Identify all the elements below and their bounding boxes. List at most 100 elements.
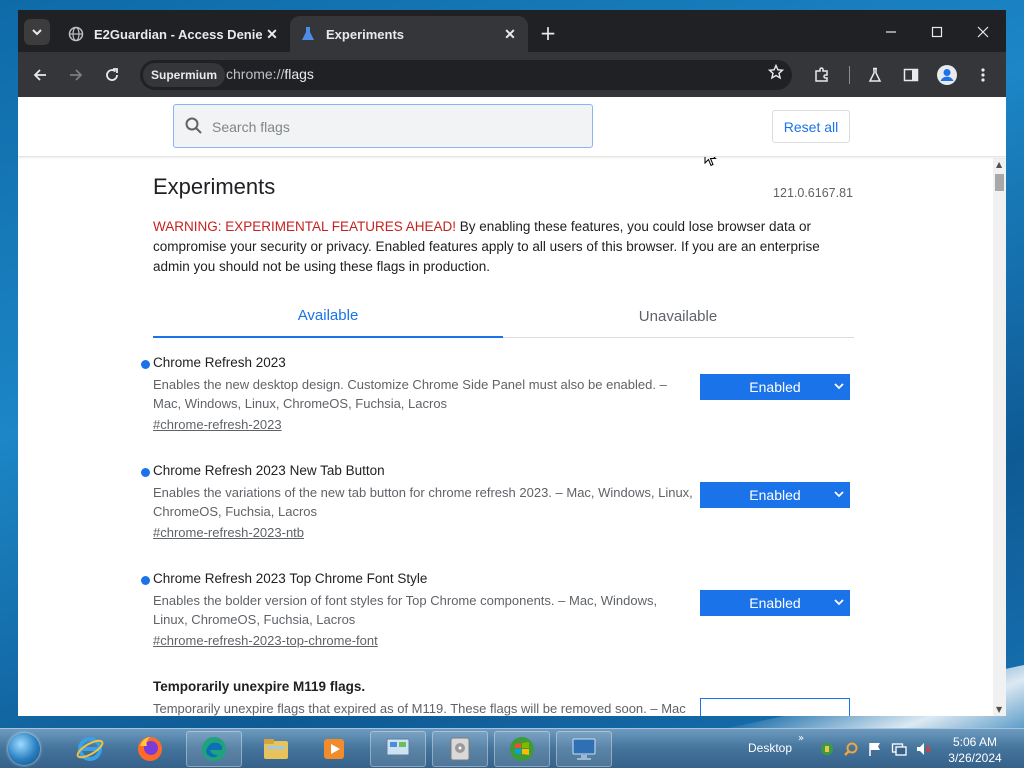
tab-search-button[interactable] [24,19,50,45]
avatar-icon [937,65,957,85]
bookmark-star-icon[interactable] [767,63,785,84]
page-title: Experiments [153,174,276,199]
close-window-button[interactable] [960,18,1006,46]
taskbar-app-ie[interactable] [62,731,118,767]
flags-content: Experiments 121.0.6167.81 WARNING: EXPER… [18,158,993,716]
flag-description: Enables the new desktop design. Customiz… [153,377,667,411]
minimize-button[interactable] [868,18,914,46]
system-clock[interactable]: 5:06 AM 3/26/2024 [940,734,1010,766]
flag-description: Enables the variations of the new tab bu… [153,485,693,519]
taskbar-app-remote[interactable] [556,731,612,767]
monitor-tray-icon[interactable] [891,741,907,757]
flag-name: Chrome Refresh 2023 [153,355,286,370]
profile-button[interactable] [933,61,961,89]
flag-state-select[interactable]: Enabled [700,482,850,508]
flag-description: Temporarily unexpire flags that expired … [153,701,686,716]
tab-e2guardian[interactable]: E2Guardian - Access Denied ✕ [58,16,290,52]
side-panel-button[interactable] [897,61,925,89]
chevron-down-icon [834,595,844,612]
modified-dot [141,576,150,585]
profile-chip[interactable]: Supermium [143,63,226,87]
taskbar-app-disk[interactable] [432,731,488,767]
browser-toolbar: Supermium chrome://flags [18,52,1006,97]
new-tab-button[interactable]: + [536,21,560,45]
tab-close-icon[interactable]: ✕ [262,24,282,44]
taskbar: Desktop » 5:06 AM 3/26/2024 [0,728,1024,768]
taskbar-app-control-panel[interactable] [370,731,426,767]
menu-button[interactable] [969,61,997,89]
toolbar-separator [849,66,850,84]
tab-title: Experiments [326,26,405,42]
warning-text: WARNING: EXPERIMENTAL FEATURES AHEAD! By… [153,217,853,277]
maximize-button[interactable] [914,18,960,46]
puzzle-icon [815,67,828,82]
desktop-toolbar-label[interactable]: Desktop [748,741,792,755]
tab-experiments[interactable]: Experiments ✕ [290,16,528,52]
flag-name: Temporarily unexpire M119 flags. [153,679,366,694]
reset-all-button[interactable]: Reset all [772,110,850,143]
taskbar-app-update[interactable] [494,731,550,767]
edge-icon [202,737,226,761]
version-label: 121.0.6167.81 [773,186,853,200]
globe-icon [68,26,84,42]
flask-icon [300,26,316,42]
control-panel-icon [386,738,410,759]
reload-icon [106,68,118,81]
scroll-down-icon[interactable]: ▼ [996,705,1002,714]
tab-unavailable[interactable]: Unavailable [503,294,853,338]
flag-state-select[interactable] [700,698,850,716]
flag-name: Chrome Refresh 2023 New Tab Button [153,463,385,478]
warning-strong: WARNING: EXPERIMENTAL FEATURES AHEAD! [153,219,457,234]
flag-anchor-link[interactable]: #chrome-refresh-2023-ntb [153,525,304,540]
taskbar-app-media[interactable] [306,731,362,767]
flag-state-select[interactable]: Enabled [700,374,850,400]
scroll-up-icon[interactable]: ▲ [996,160,1002,169]
taskbar-app-edge[interactable] [186,731,242,767]
tab-strip: E2Guardian - Access Denied ✕ Experiments… [18,10,1006,52]
tab-close-icon[interactable]: ✕ [500,24,520,44]
file-explorer-icon [264,739,288,759]
internet-explorer-icon [76,737,104,761]
flag-state-value: Enabled [749,487,801,503]
reload-button[interactable] [98,61,126,89]
kebab-menu-icon [981,68,985,82]
search-tray-icon[interactable] [843,741,859,757]
back-button[interactable] [26,61,54,89]
start-button[interactable] [4,730,44,768]
tab-title: E2Guardian - Access Denied [94,26,262,42]
scrollbar-thumb[interactable] [995,174,1004,191]
back-arrow-icon [33,69,46,81]
url-path: flags [284,66,314,82]
flag-name: Chrome Refresh 2023 Top Chrome Font Styl… [153,571,428,586]
flag-tray-icon[interactable] [867,741,883,757]
flags-page: Reset all Experiments 121.0.6167.81 WARN… [18,97,1006,716]
extensions-button[interactable] [808,61,836,89]
search-flags-box[interactable] [173,104,593,148]
tray-expand-icon[interactable]: » [798,733,804,744]
taskbar-app-explorer[interactable] [248,731,304,767]
minimize-icon [886,31,896,33]
flag-state-select[interactable]: Enabled [700,590,850,616]
flag-anchor-link[interactable]: #chrome-refresh-2023 [153,417,282,432]
forward-button[interactable] [62,61,90,89]
network-tray-icon[interactable] [819,741,835,757]
chevron-down-icon [32,29,42,36]
flag-item: Chrome Refresh 2023 New Tab Button Enabl… [138,463,858,553]
address-bar[interactable]: Supermium chrome://flags [140,60,792,90]
flag-item: Chrome Refresh 2023 Enables the new desk… [138,355,858,445]
tab-available[interactable]: Available [153,294,503,338]
chrome-labs-button[interactable] [861,61,889,89]
flag-anchor-link[interactable]: #chrome-refresh-2023-top-chrome-font [153,633,378,648]
flags-header: Reset all [18,97,1006,157]
chevron-down-icon [834,487,844,504]
url-text[interactable]: chrome://flags [226,66,314,82]
search-input[interactable] [212,115,572,139]
page-scrollbar[interactable]: ▲ ▼ [993,158,1006,716]
volume-muted-icon[interactable] [915,741,931,757]
windows-update-icon [510,737,534,761]
flag-item: Temporarily unexpire M119 flags. Tempora… [138,679,858,716]
clock-date: 3/26/2024 [948,751,1002,765]
taskbar-app-firefox[interactable] [122,731,178,767]
flags-tabs: Available Unavailable [153,294,854,338]
forward-arrow-icon [70,69,83,81]
